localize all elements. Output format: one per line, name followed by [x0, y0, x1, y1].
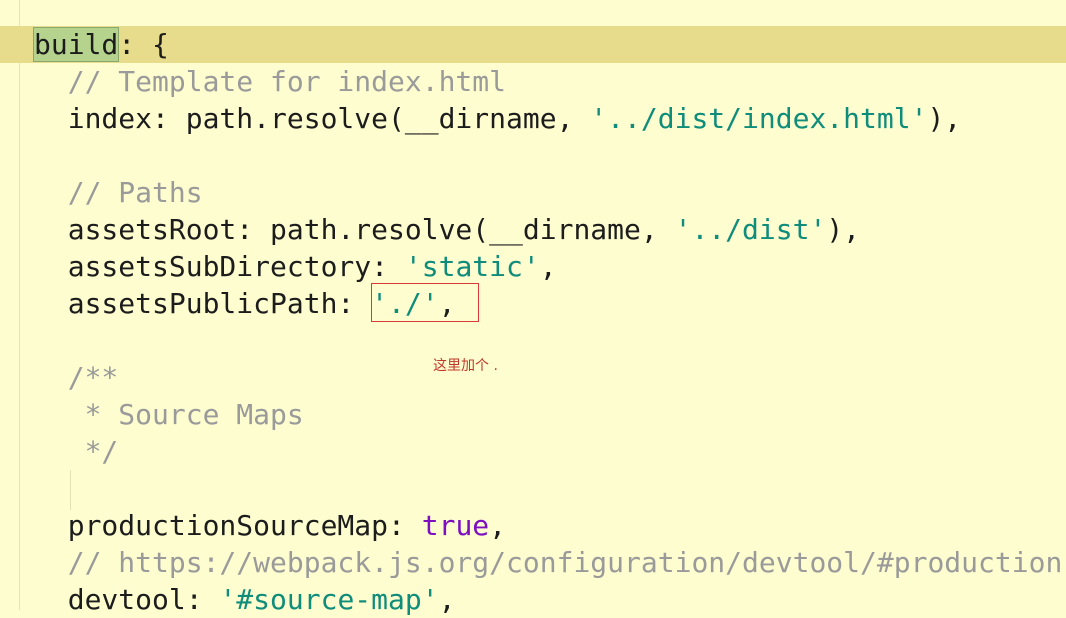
code-token: // https://webpack.js.org/configuration/… [34, 546, 1063, 579]
code-token: , [489, 509, 507, 542]
code-token: true [421, 509, 490, 542]
code-line[interactable]: // Paths [0, 174, 1066, 211]
code-line-text: devtool: '#source-map', [34, 581, 456, 618]
code-editor[interactable]: build: { // Template for index.html inde… [0, 0, 1066, 616]
code-token: , [438, 583, 456, 616]
code-line[interactable]: assetsPublicPath: './', [0, 285, 1066, 322]
code-token: '../dist' [674, 213, 827, 246]
code-line-text: // Template for index.html [34, 63, 506, 100]
code-token: /** [34, 361, 119, 394]
code-token: // Template for index.html [34, 65, 507, 98]
code-token: : { [118, 28, 169, 61]
code-token: // Paths [34, 176, 203, 209]
code-line[interactable] [0, 470, 1066, 507]
code-line-text: */ [34, 433, 119, 470]
code-token: ), [826, 213, 861, 246]
code-token: 'static' [404, 250, 540, 283]
code-line[interactable]: */ [0, 433, 1066, 470]
code-line[interactable]: // Template for index.html [0, 63, 1066, 100]
code-line[interactable]: // https://webpack.js.org/configuration/… [0, 544, 1066, 581]
annotation-note: 这里加个 . [433, 358, 498, 374]
code-token: , [539, 250, 557, 283]
code-line-text: * Source Maps [34, 396, 304, 433]
code-line[interactable]: assetsRoot: path.resolve(__dirname, '../… [0, 211, 1066, 248]
code-line[interactable]: index: path.resolve(__dirname, '../dist/… [0, 100, 1066, 137]
code-token: build [32, 27, 120, 62]
code-line-text: assetsRoot: path.resolve(__dirname, '../… [34, 211, 860, 248]
code-token: * Source Maps [34, 398, 304, 431]
code-token: devtool: [34, 583, 220, 616]
code-token: assetsPublicPath: [34, 287, 372, 320]
code-line-text: // Paths [34, 174, 203, 211]
code-token: assetsRoot: path.resolve(__dirname, [34, 213, 675, 246]
code-token: productionSourceMap: [34, 509, 422, 542]
code-token: assetsSubDirectory: [34, 250, 405, 283]
code-line-text: productionSourceMap: true, [34, 507, 506, 544]
code-line[interactable]: assetsSubDirectory: 'static', [0, 248, 1066, 285]
code-line[interactable] [0, 322, 1066, 359]
code-line-text: build: { [32, 26, 169, 63]
code-line[interactable] [0, 137, 1066, 174]
code-line-text: assetsSubDirectory: 'static', [34, 248, 557, 285]
code-line[interactable]: build: { [0, 26, 1066, 63]
highlight-box [371, 283, 479, 322]
code-token: index: path.resolve(__dirname, [34, 102, 591, 135]
code-line-text: // https://webpack.js.org/configuration/… [34, 544, 1063, 581]
code-line[interactable]: /** [0, 359, 1066, 396]
code-line-text: index: path.resolve(__dirname, '../dist/… [34, 100, 961, 137]
code-line[interactable]: devtool: '#source-map', [0, 581, 1066, 618]
code-line-text: /** [34, 359, 119, 396]
code-token: */ [34, 435, 119, 468]
code-token: '#source-map' [219, 583, 439, 616]
code-token: ), [927, 102, 962, 135]
code-line[interactable]: * Source Maps [0, 396, 1066, 433]
code-token: '../dist/index.html' [590, 102, 928, 135]
code-line[interactable]: productionSourceMap: true, [0, 507, 1066, 544]
